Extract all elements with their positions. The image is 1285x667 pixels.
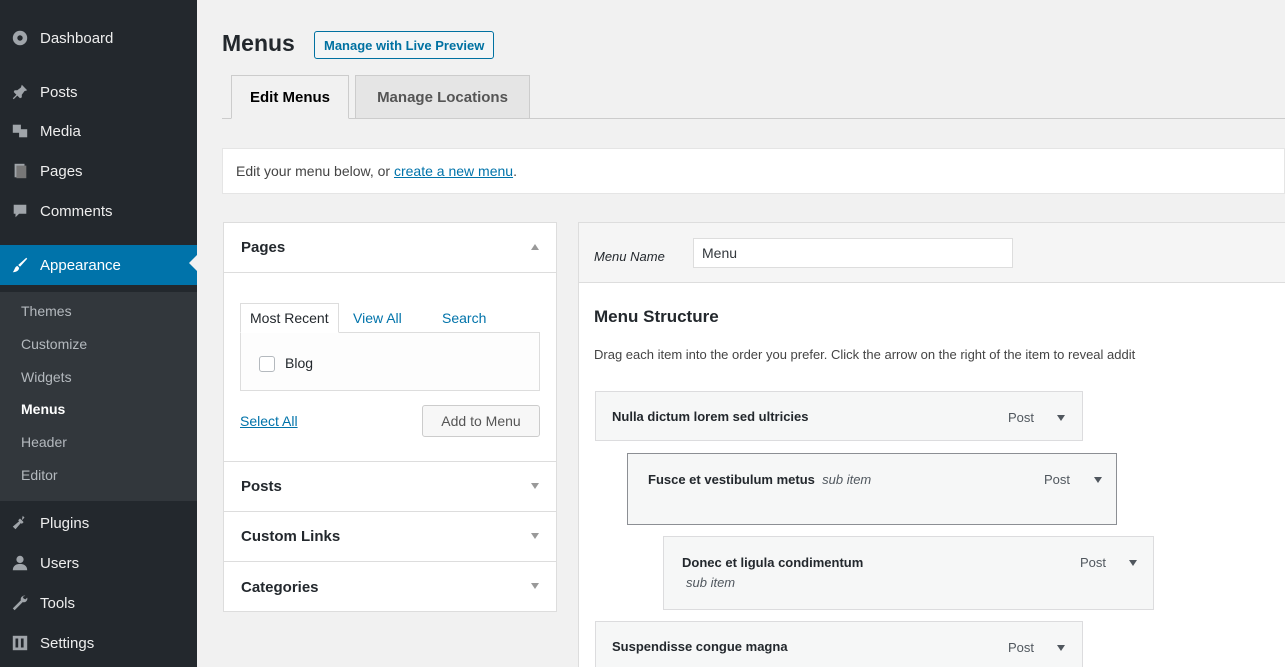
- section-pages-header[interactable]: Pages: [224, 223, 556, 273]
- select-all-link[interactable]: Select All: [240, 413, 298, 429]
- menu-item[interactable]: Fusce et vestibulum metus sub item Post: [627, 453, 1117, 525]
- brush-icon: [2, 247, 38, 283]
- menu-item-title: Fusce et vestibulum metus sub item: [648, 470, 908, 490]
- nav-pages[interactable]: Pages: [0, 153, 197, 189]
- submenu-editor[interactable]: Editor: [21, 467, 58, 483]
- tab-manage-locations[interactable]: Manage Locations: [355, 75, 530, 119]
- tab-view-all[interactable]: View All: [353, 310, 402, 326]
- section-custom-links-header[interactable]: Custom Links: [224, 512, 556, 562]
- pin-icon: [2, 74, 38, 110]
- tab-most-recent[interactable]: Most Recent: [240, 303, 339, 333]
- submenu-menus[interactable]: Menus: [21, 401, 65, 417]
- menu-item[interactable]: Suspendisse congue magna Post: [595, 621, 1083, 667]
- pages-icon: [2, 153, 38, 189]
- section-categories-header[interactable]: Categories: [224, 562, 556, 612]
- blog-label[interactable]: Blog: [285, 355, 313, 371]
- expand-arrow-icon[interactable]: [1057, 415, 1065, 421]
- expand-arrow-icon: [531, 483, 539, 489]
- blog-checkbox[interactable]: [259, 356, 275, 372]
- nav-settings[interactable]: Settings: [0, 625, 197, 661]
- menu-item[interactable]: Nulla dictum lorem sed ultricies Post: [595, 391, 1083, 441]
- comments-icon: [2, 193, 38, 229]
- submenu-themes[interactable]: Themes: [21, 303, 72, 319]
- menu-notice: Edit your menu below, or create a new me…: [222, 148, 1285, 194]
- menu-management-panel: Menu Name Menu Menu Structure Drag each …: [578, 222, 1285, 667]
- section-custom-links-title: Custom Links: [241, 528, 341, 545]
- nav-dashboard-label: Dashboard: [40, 29, 114, 47]
- nav-media[interactable]: Media: [0, 113, 197, 149]
- nav-plugins-label: Plugins: [40, 514, 90, 532]
- menu-item-title: Nulla dictum lorem sed ultricies: [612, 409, 809, 424]
- section-posts-header[interactable]: Posts: [224, 461, 556, 512]
- users-icon: [2, 545, 38, 581]
- nav-users-label: Users: [40, 554, 80, 572]
- nav-tools[interactable]: Tools: [0, 585, 197, 621]
- submenu-header[interactable]: Header: [21, 434, 67, 450]
- expand-arrow-icon[interactable]: [1057, 645, 1065, 651]
- menu-item-sub-label: sub item: [686, 575, 736, 590]
- page-title: Menus: [222, 30, 295, 56]
- nav-plugins[interactable]: Plugins: [0, 505, 197, 541]
- tab-edit-menus[interactable]: Edit Menus: [231, 75, 349, 119]
- menu-structure-title: Menu Structure: [594, 307, 719, 326]
- pages-tab-panel: Most Recent View All Search Blog: [240, 303, 540, 391]
- nav-pages-label: Pages: [40, 162, 83, 180]
- live-preview-button[interactable]: Manage with Live Preview: [314, 31, 495, 59]
- menu-name-bar: Menu Name Menu: [579, 223, 1285, 283]
- nav-tools-label: Tools: [40, 594, 76, 612]
- nav-posts-label: Posts: [40, 83, 78, 101]
- pages-checklist: Blog: [240, 332, 540, 391]
- active-indicator: [189, 255, 197, 271]
- menu-item-title-text: Donec et ligula condimentum: [682, 555, 864, 570]
- menu-item-type: Post: [1008, 640, 1035, 655]
- submenu-customize[interactable]: Customize: [21, 336, 87, 352]
- menu-item-type: Post: [1044, 472, 1071, 487]
- section-categories-title: Categories: [241, 578, 319, 596]
- nav-media-label: Media: [40, 122, 81, 140]
- settings-icon: [2, 625, 38, 661]
- menu-structure-description: Drag each item into the order you prefer…: [594, 347, 1136, 362]
- menu-name-input[interactable]: Menu: [693, 238, 1013, 268]
- menu-item-title: Donec et ligula condimentum sub item: [682, 553, 863, 593]
- wrench-icon: [2, 585, 38, 621]
- menu-item-title: Suspendisse congue magna: [612, 639, 788, 654]
- menu-item-sub-label: sub item: [822, 472, 872, 487]
- expand-arrow-icon[interactable]: [1094, 477, 1102, 483]
- expand-arrow-icon: [531, 583, 539, 589]
- nav-appearance-label: Appearance: [40, 256, 121, 274]
- menu-item-type: Post: [1080, 555, 1107, 570]
- tab-search[interactable]: Search: [442, 310, 486, 326]
- menu-name-label: Menu Name: [594, 249, 665, 264]
- media-icon: [2, 113, 38, 149]
- notice-text: Edit your menu below, or: [236, 163, 391, 179]
- admin-sidebar: Dashboard Posts Media Pages Comments App…: [0, 0, 197, 667]
- nav-posts[interactable]: Posts: [0, 74, 197, 110]
- nav-users[interactable]: Users: [0, 545, 197, 581]
- expand-arrow-icon[interactable]: [1129, 560, 1137, 566]
- nav-comments-label: Comments: [40, 202, 113, 220]
- section-posts-title: Posts: [241, 478, 282, 495]
- nav-dashboard[interactable]: Dashboard: [0, 20, 197, 56]
- nav-appearance[interactable]: Appearance: [0, 245, 197, 285]
- add-items-accordion: Pages Most Recent View All Search Blog S…: [223, 222, 557, 612]
- collapse-arrow-icon: [531, 244, 539, 250]
- section-pages-title: Pages: [241, 239, 286, 256]
- expand-arrow-icon: [531, 533, 539, 539]
- appearance-submenu: Themes Customize Widgets Menus Header Ed…: [0, 292, 197, 501]
- menu-item-type: Post: [1008, 410, 1035, 425]
- add-to-menu-button[interactable]: Add to Menu: [422, 405, 540, 437]
- nav-settings-label: Settings: [40, 634, 95, 652]
- dashboard-icon: [2, 20, 38, 56]
- menu-item-title-text: Fusce et vestibulum metus: [648, 472, 815, 487]
- nav-comments[interactable]: Comments: [0, 193, 197, 229]
- plug-icon: [2, 505, 38, 541]
- menu-item[interactable]: Donec et ligula condimentum sub item Post: [663, 536, 1154, 610]
- create-menu-link[interactable]: create a new menu: [394, 163, 513, 179]
- submenu-widgets[interactable]: Widgets: [21, 369, 72, 385]
- notice-suffix: .: [513, 163, 517, 179]
